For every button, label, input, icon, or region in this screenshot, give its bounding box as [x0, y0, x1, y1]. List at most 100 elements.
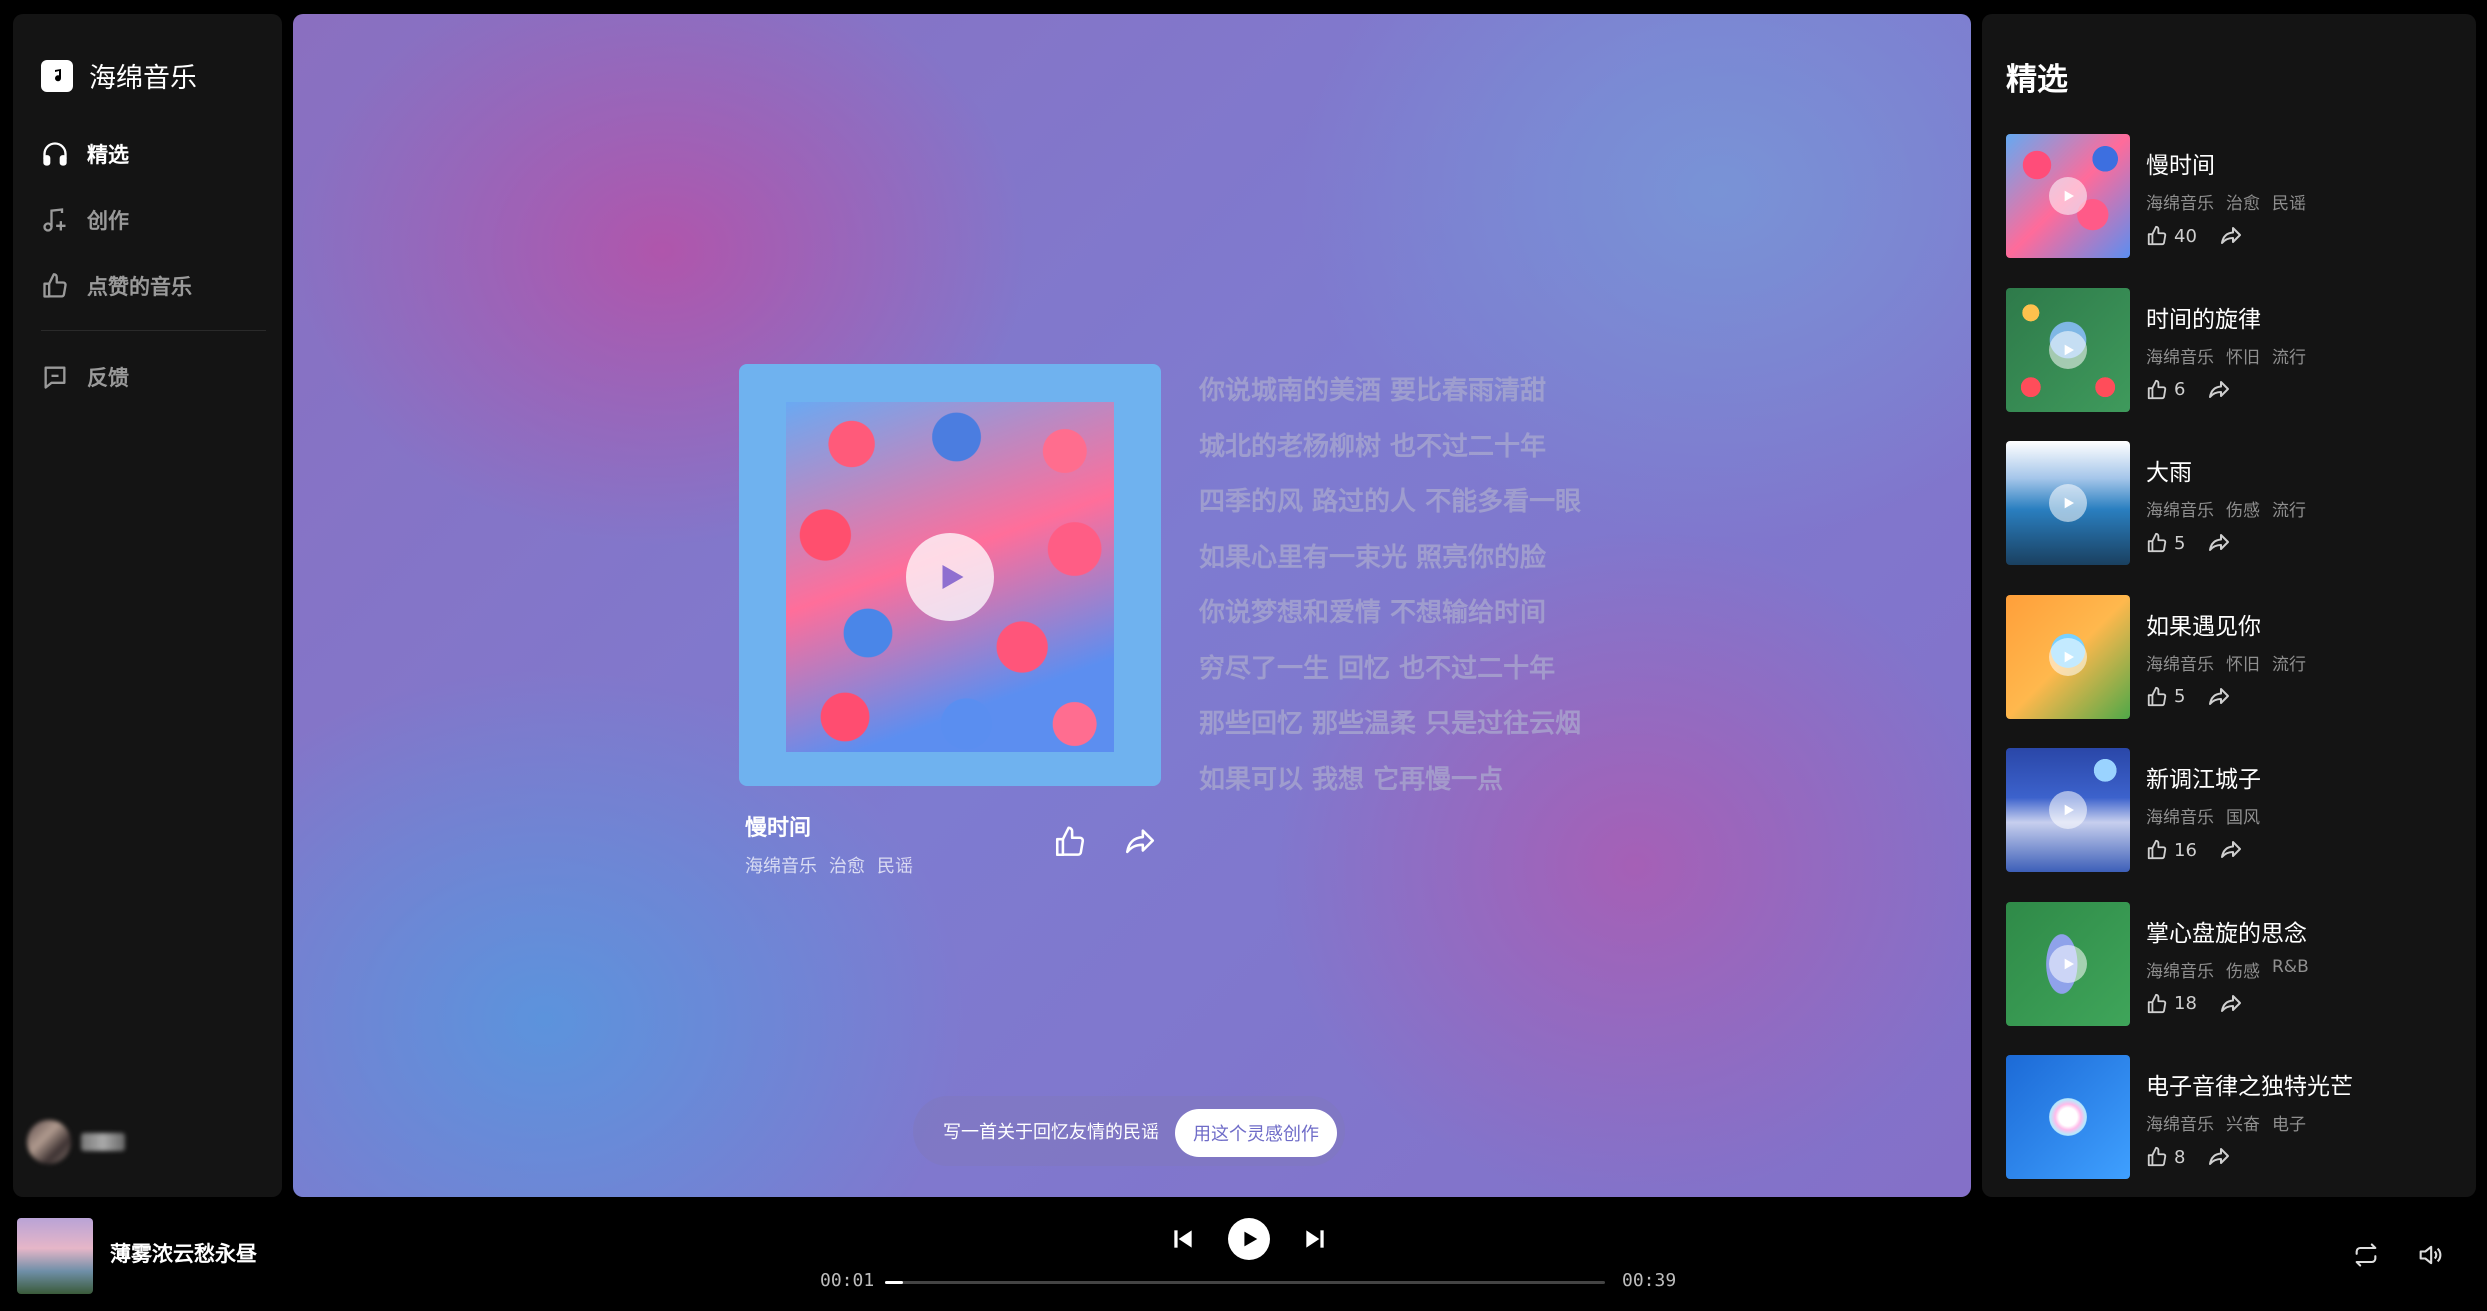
song-tags: 海绵音乐 怀旧 流行: [2146, 343, 2306, 368]
play-button[interactable]: [906, 533, 994, 621]
song-thumbnail[interactable]: [2006, 748, 2130, 872]
song-tag: 怀旧: [2226, 347, 2260, 368]
progress-fill: [885, 1281, 903, 1284]
album-art: [786, 402, 1114, 752]
share-icon[interactable]: [2219, 838, 2243, 862]
repeat-icon: [2355, 1243, 2377, 1267]
thumbs-up-icon[interactable]: [2146, 686, 2168, 708]
skip-previous-icon: [1174, 1230, 1192, 1248]
thumbs-up-icon[interactable]: [2146, 379, 2168, 401]
user-name-blurred: [81, 1133, 125, 1151]
nav-item-label: 点赞的音乐: [87, 275, 192, 299]
like-count: 8: [2174, 1146, 2186, 1168]
thumbs-up-icon[interactable]: [2146, 225, 2168, 247]
featured-item[interactable]: 如果遇见你 海绵音乐 怀旧 流行 5: [2006, 594, 2456, 749]
featured-item[interactable]: 时间的旋律 海绵音乐 怀旧 流行 6: [2006, 287, 2456, 442]
song-tag: 海绵音乐: [2146, 347, 2214, 368]
featured-item[interactable]: 大雨 海绵音乐 伤感 流行 5: [2006, 441, 2456, 595]
avatar: [27, 1120, 71, 1164]
featured-item[interactable]: 电子音律之独特光芒 海绵音乐 兴奋 电子 8: [2006, 1055, 2456, 1209]
song-stats: 6: [2146, 378, 2231, 402]
nav-item-featured[interactable]: 精选: [41, 132, 266, 176]
song-stats: 40: [2146, 224, 2243, 248]
featured-item[interactable]: 掌心盘旋的思念 海绵音乐 伤感 R&B 18: [2006, 901, 2456, 1056]
lyric-line: 四季的风 路过的人 不能多看一眼: [1199, 487, 1582, 517]
share-icon[interactable]: [2219, 224, 2243, 248]
thumbs-up-icon[interactable]: [2146, 993, 2168, 1015]
total-time: 00:39: [1622, 1270, 1677, 1291]
use-inspiration-button[interactable]: 用这个灵感创作: [1175, 1109, 1337, 1157]
lyric-line: 如果心里有一束光 照亮你的脸: [1199, 542, 1547, 573]
album-cover[interactable]: [739, 364, 1161, 786]
progress-bar[interactable]: [885, 1281, 1605, 1284]
song-stats: 5: [2146, 531, 2231, 555]
share-icon[interactable]: [2219, 992, 2243, 1016]
lyric-line: 你说城南的美酒 要比春雨清甜: [1199, 376, 1547, 406]
song-name: 大雨: [2146, 460, 2192, 486]
skip-next-icon: [1306, 1230, 1324, 1248]
nav-divider: [41, 330, 266, 331]
volume-button[interactable]: [2413, 1238, 2447, 1272]
song-tag: 海绵音乐: [2146, 654, 2214, 675]
song-name: 如果遇见你: [2146, 613, 2261, 640]
song-thumbnail[interactable]: [2006, 441, 2130, 565]
thumbs-up-icon[interactable]: [2146, 1146, 2168, 1168]
like-count: 5: [2174, 686, 2186, 707]
nav-item-feedback[interactable]: 反馈: [41, 355, 266, 399]
like-count: 5: [2174, 532, 2186, 554]
now-playing-cover[interactable]: [17, 1218, 93, 1294]
thumbs-up-icon[interactable]: [2146, 839, 2168, 861]
song-thumbnail[interactable]: [2006, 901, 2130, 1026]
featured-panel: 精选 慢时间 海绵音乐 治愈 民谣 40 时间的旋律 海绵音乐 怀旧 流行 6 大雨: [1982, 14, 2476, 1197]
share-icon[interactable]: [2207, 378, 2231, 402]
nav-item-label: 精选: [87, 143, 129, 167]
like-button[interactable]: [1050, 822, 1090, 862]
featured-item[interactable]: 慢时间 海绵音乐 治愈 民谣 40: [2006, 134, 2456, 288]
song-tag: 治愈: [2226, 194, 2260, 214]
song-thumbnail[interactable]: [2006, 287, 2130, 412]
play-icon: [2049, 791, 2087, 829]
song-tags: 海绵音乐 怀旧 流行: [2146, 650, 2306, 675]
song-tag: 海绵音乐: [2146, 1115, 2214, 1135]
share-icon[interactable]: [2207, 1145, 2231, 1169]
song-thumbnail[interactable]: [2006, 134, 2130, 258]
song-tag: 流行: [2272, 501, 2306, 521]
share-button[interactable]: [1120, 822, 1160, 862]
song-tag: R&B: [2272, 956, 2309, 977]
share-icon[interactable]: [2207, 685, 2231, 709]
song-tag: 流行: [2272, 347, 2306, 368]
song-tag: 海绵音乐: [2146, 808, 2214, 828]
featured-item[interactable]: 新调江城子 海绵音乐 国风 16: [2006, 748, 2456, 902]
previous-button[interactable]: [1166, 1222, 1200, 1256]
prompt-text: 写一首关于回忆友情的民谣: [943, 1122, 1159, 1143]
song-thumbnail[interactable]: [2006, 1055, 2130, 1179]
lyric-line: 你说梦想和爱情 不想输给时间: [1199, 598, 1547, 628]
play-pause-button[interactable]: [1228, 1218, 1270, 1260]
share-icon[interactable]: [2207, 531, 2231, 555]
song-thumbnail[interactable]: [2006, 594, 2130, 719]
brand[interactable]: 海绵音乐: [41, 56, 197, 95]
play-icon: [2049, 637, 2087, 676]
song-tags: 海绵音乐 伤感 流行: [2146, 496, 2306, 521]
song-name: 掌心盘旋的思念: [2146, 920, 2307, 947]
like-count: 40: [2174, 225, 2197, 247]
lyrics-panel: 你说城南的美酒 要比春雨清甜 城北的老杨柳树 也不过二十年 四季的风 路过的人 …: [1199, 364, 1581, 808]
sidebar: 海绵音乐 精选 创作 点赞的音乐 反馈: [13, 14, 282, 1197]
player-extra-controls: [2349, 1238, 2447, 1272]
song-tag: 民谣: [2272, 194, 2306, 214]
play-icon: [2049, 1098, 2087, 1136]
play-icon: [1244, 1231, 1258, 1247]
user-profile[interactable]: [27, 1120, 125, 1164]
song-tags: 海绵音乐 治愈 民谣: [2146, 189, 2306, 214]
next-button[interactable]: [1298, 1222, 1332, 1256]
lyric-line: 那些回忆 那些温柔 只是过往云烟: [1199, 709, 1582, 739]
nav-item-create[interactable]: 创作: [41, 198, 266, 242]
song-title: 慢时间: [745, 816, 812, 841]
song-actions: [1050, 822, 1160, 862]
song-tag: 流行: [2272, 654, 2306, 675]
nav-item-liked-music[interactable]: 点赞的音乐: [41, 264, 266, 308]
song-tags: 海绵音乐 治愈 民谣: [745, 852, 913, 878]
thumbs-up-icon[interactable]: [2146, 532, 2168, 554]
featured-title: 精选: [2006, 62, 2068, 98]
repeat-button[interactable]: [2349, 1238, 2383, 1272]
